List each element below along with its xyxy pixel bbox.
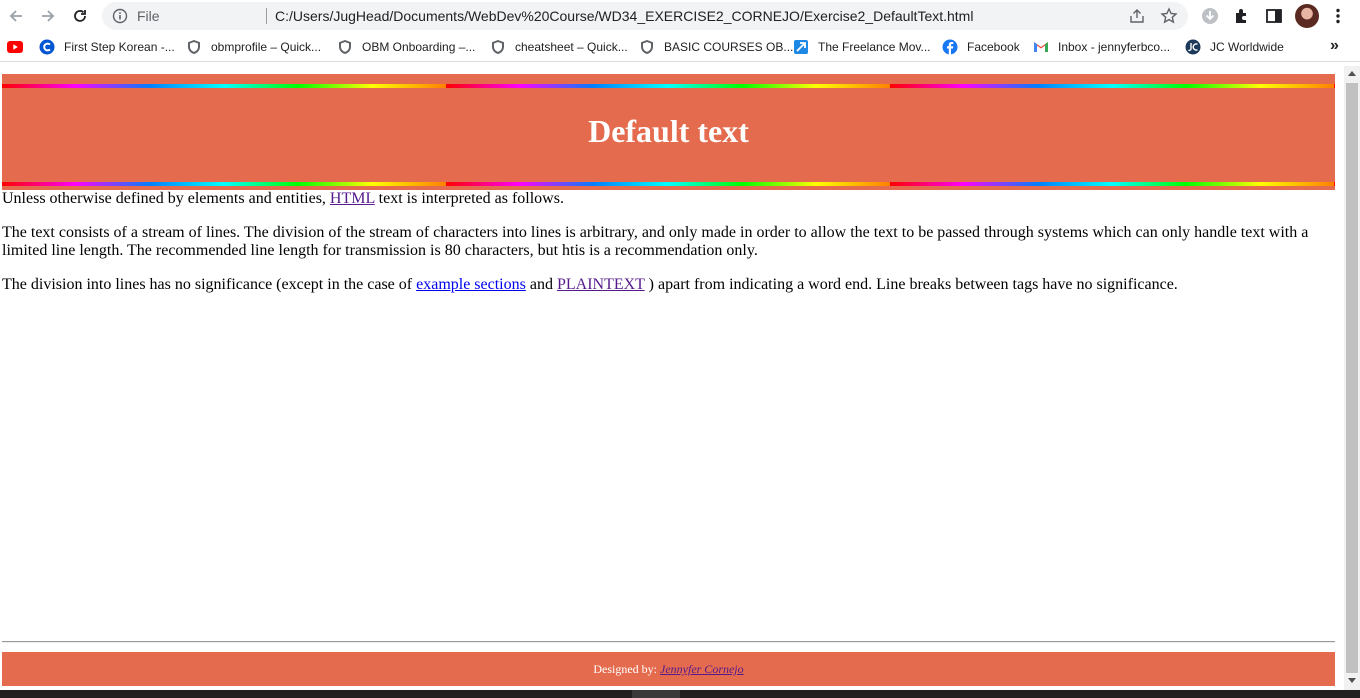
bookmark-facebook[interactable]: Facebook xyxy=(942,38,1020,56)
shield-icon xyxy=(490,39,506,55)
bookmark-youtube[interactable] xyxy=(7,38,32,56)
omnibox-separator xyxy=(266,8,267,24)
rainbow-divider-bottom xyxy=(2,182,1335,186)
para3-text-middle: and xyxy=(525,276,557,293)
browser-toolbar: File C:/Users/JugHead/Documents/WebDev%2… xyxy=(0,0,1360,32)
bookmark-label: BASIC COURSES OB... xyxy=(664,40,794,54)
forward-arrow-icon xyxy=(42,10,55,22)
coursera-icon xyxy=(39,39,55,55)
kebab-menu-icon[interactable] xyxy=(1328,6,1348,26)
shield-icon xyxy=(337,39,353,55)
bookmark-label: OBM Onboarding –... xyxy=(362,40,476,54)
profile-avatar[interactable] xyxy=(1295,4,1319,28)
footer-prefix: Designed by: xyxy=(593,662,660,676)
bookmark-label: Facebook xyxy=(967,40,1020,54)
bookmark-star-icon[interactable] xyxy=(1160,7,1178,25)
page-viewport: Default text Unless otherwise defined by… xyxy=(0,66,1344,690)
bookmarks-bar: First Step Korean -... obmprofile – Quic… xyxy=(0,32,1360,62)
bookmark-obm-onboarding[interactable]: OBM Onboarding –... xyxy=(337,38,475,56)
freelance-icon xyxy=(793,39,809,55)
page-title: Default text xyxy=(588,113,749,149)
share-icon[interactable] xyxy=(1128,7,1146,25)
os-taskbar xyxy=(0,690,1360,698)
back-arrow-icon xyxy=(9,10,22,22)
example-sections-link[interactable]: example sections xyxy=(416,276,526,293)
scroll-up-arrow-icon[interactable] xyxy=(1348,71,1356,76)
reload-button[interactable] xyxy=(68,4,92,28)
bookmark-label: JC Worldwide xyxy=(1210,40,1284,54)
bookmark-freelance-movement[interactable]: The Freelance Mov... xyxy=(793,38,931,56)
author-link[interactable]: Jennyfer Cornejo xyxy=(660,662,744,676)
shield-icon xyxy=(639,39,655,55)
line-division-paragraph: The division into lines has no significa… xyxy=(2,276,1332,294)
scroll-down-arrow-icon[interactable] xyxy=(1348,678,1356,683)
forward-button[interactable] xyxy=(36,4,60,28)
bookmark-gmail-inbox[interactable]: Inbox - jennyferbco... xyxy=(1033,38,1170,56)
stream-of-lines-paragraph: The text consists of a stream of lines. … xyxy=(2,224,1309,259)
back-button[interactable] xyxy=(4,4,28,28)
bookmark-label: Inbox - jennyferbco... xyxy=(1058,40,1171,54)
jc-icon xyxy=(1185,39,1201,55)
page-content: Unless otherwise defined by elements and… xyxy=(2,190,1332,310)
info-icon[interactable] xyxy=(112,8,128,24)
bookmark-cheatsheet[interactable]: cheatsheet – Quick... xyxy=(490,38,628,56)
shield-icon xyxy=(186,39,202,55)
gmail-icon xyxy=(1033,39,1049,55)
html-link[interactable]: HTML xyxy=(330,190,375,207)
bookmark-obmprofile[interactable]: obmprofile – Quick... xyxy=(186,38,321,56)
side-panel-icon[interactable] xyxy=(1264,6,1284,26)
para3-text-before: The division into lines has no significa… xyxy=(2,276,417,293)
vertical-scrollbar[interactable] xyxy=(1344,66,1360,690)
address-bar[interactable]: File C:/Users/JugHead/Documents/WebDev%2… xyxy=(102,2,1188,30)
page-header: Default text xyxy=(2,74,1335,190)
bookmark-label: cheatsheet – Quick... xyxy=(515,40,628,54)
rainbow-divider-top xyxy=(2,84,1335,88)
page-footer: Designed by: Jennyfer Cornejo xyxy=(2,652,1335,686)
bookmark-first-step-korean[interactable]: First Step Korean -... xyxy=(39,38,175,56)
bookmark-jc-worldwide[interactable]: JC Worldwide xyxy=(1185,38,1284,56)
url-text[interactable]: C:/Users/JugHead/Documents/WebDev%20Cour… xyxy=(275,8,973,24)
youtube-icon xyxy=(7,39,23,55)
bookmark-basic-courses[interactable]: BASIC COURSES OB... xyxy=(639,38,793,56)
intro-text-after: text is interpreted as follows. xyxy=(374,190,564,207)
bookmark-label: The Freelance Mov... xyxy=(818,40,931,54)
scheme-label: File xyxy=(137,8,160,24)
intro-text-before: Unless otherwise defined by elements and… xyxy=(2,190,330,207)
facebook-icon xyxy=(942,39,958,55)
plaintext-link[interactable]: PLAINTEXT xyxy=(557,276,645,293)
bookmark-label: obmprofile – Quick... xyxy=(211,40,322,54)
footer-horizontal-rule xyxy=(2,641,1335,643)
para3-text-after: ) apart from indicating a word end. Line… xyxy=(644,276,1178,293)
reload-icon xyxy=(74,10,86,22)
download-icon[interactable] xyxy=(1200,6,1220,26)
bookmarks-overflow-button[interactable]: » xyxy=(1330,37,1339,55)
bookmark-label: First Step Korean -... xyxy=(64,40,175,54)
scrollbar-thumb[interactable] xyxy=(1346,83,1358,673)
intro-paragraph: Unless otherwise defined by elements and… xyxy=(2,190,1332,208)
extensions-puzzle-icon[interactable] xyxy=(1232,6,1252,26)
taskbar-active-app[interactable] xyxy=(632,690,680,698)
